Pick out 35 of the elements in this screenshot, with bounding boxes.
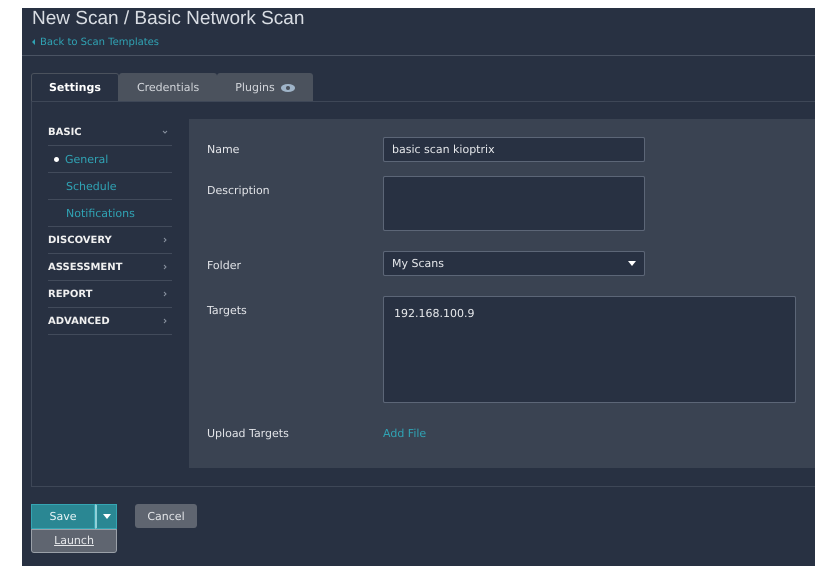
page-title: New Scan / Basic Network Scan <box>32 8 306 30</box>
sidebar-item[interactable]: Schedule <box>48 180 117 192</box>
sidebar-item[interactable]: General <box>48 152 108 166</box>
caret-left-icon <box>32 39 36 45</box>
field-label: Folder <box>207 258 242 272</box>
sidebar-section[interactable]: DISCOVERY <box>48 227 172 254</box>
cancel-button[interactable]: Cancel <box>135 504 197 528</box>
tab[interactable]: Settings <box>31 73 119 101</box>
tab[interactable]: Plugins <box>217 73 313 101</box>
folder-select[interactable]: My Scans <box>383 251 645 276</box>
back-link[interactable]: Back to Scan Templates <box>32 36 160 48</box>
chevron-right-icon <box>162 291 168 297</box>
targets-field[interactable]: 192.168.100.9 <box>383 296 796 403</box>
chevron-right-icon <box>162 264 168 270</box>
sidebar-item[interactable]: Notifications <box>48 206 135 220</box>
sidebar-section[interactable]: BASIC <box>48 119 172 146</box>
tab[interactable]: Credentials <box>118 73 218 101</box>
field-label: Description <box>207 183 271 197</box>
chevron-down-icon <box>162 129 168 135</box>
sidebar-section[interactable]: ASSESSMENT <box>48 254 172 281</box>
caret-icon <box>102 514 110 519</box>
caret-icon <box>628 261 636 266</box>
add-file-link[interactable]: Add File <box>383 427 426 440</box>
sidebar-section[interactable]: REPORT <box>48 281 172 308</box>
chevron-right-icon <box>162 237 168 243</box>
chevron-right-icon <box>162 318 168 324</box>
save-button[interactable]: Save <box>31 504 95 529</box>
field-label: Upload Targets <box>207 427 290 440</box>
field-label: Name <box>207 142 240 156</box>
name-field[interactable]: basic scan kioptrix <box>383 137 645 162</box>
sidebar-section[interactable]: ADVANCED <box>48 308 172 335</box>
field-label: Targets <box>207 303 248 317</box>
launch-menu-item[interactable]: Launch <box>32 534 116 547</box>
description-field[interactable] <box>383 176 645 231</box>
save-options-button[interactable] <box>95 504 117 529</box>
